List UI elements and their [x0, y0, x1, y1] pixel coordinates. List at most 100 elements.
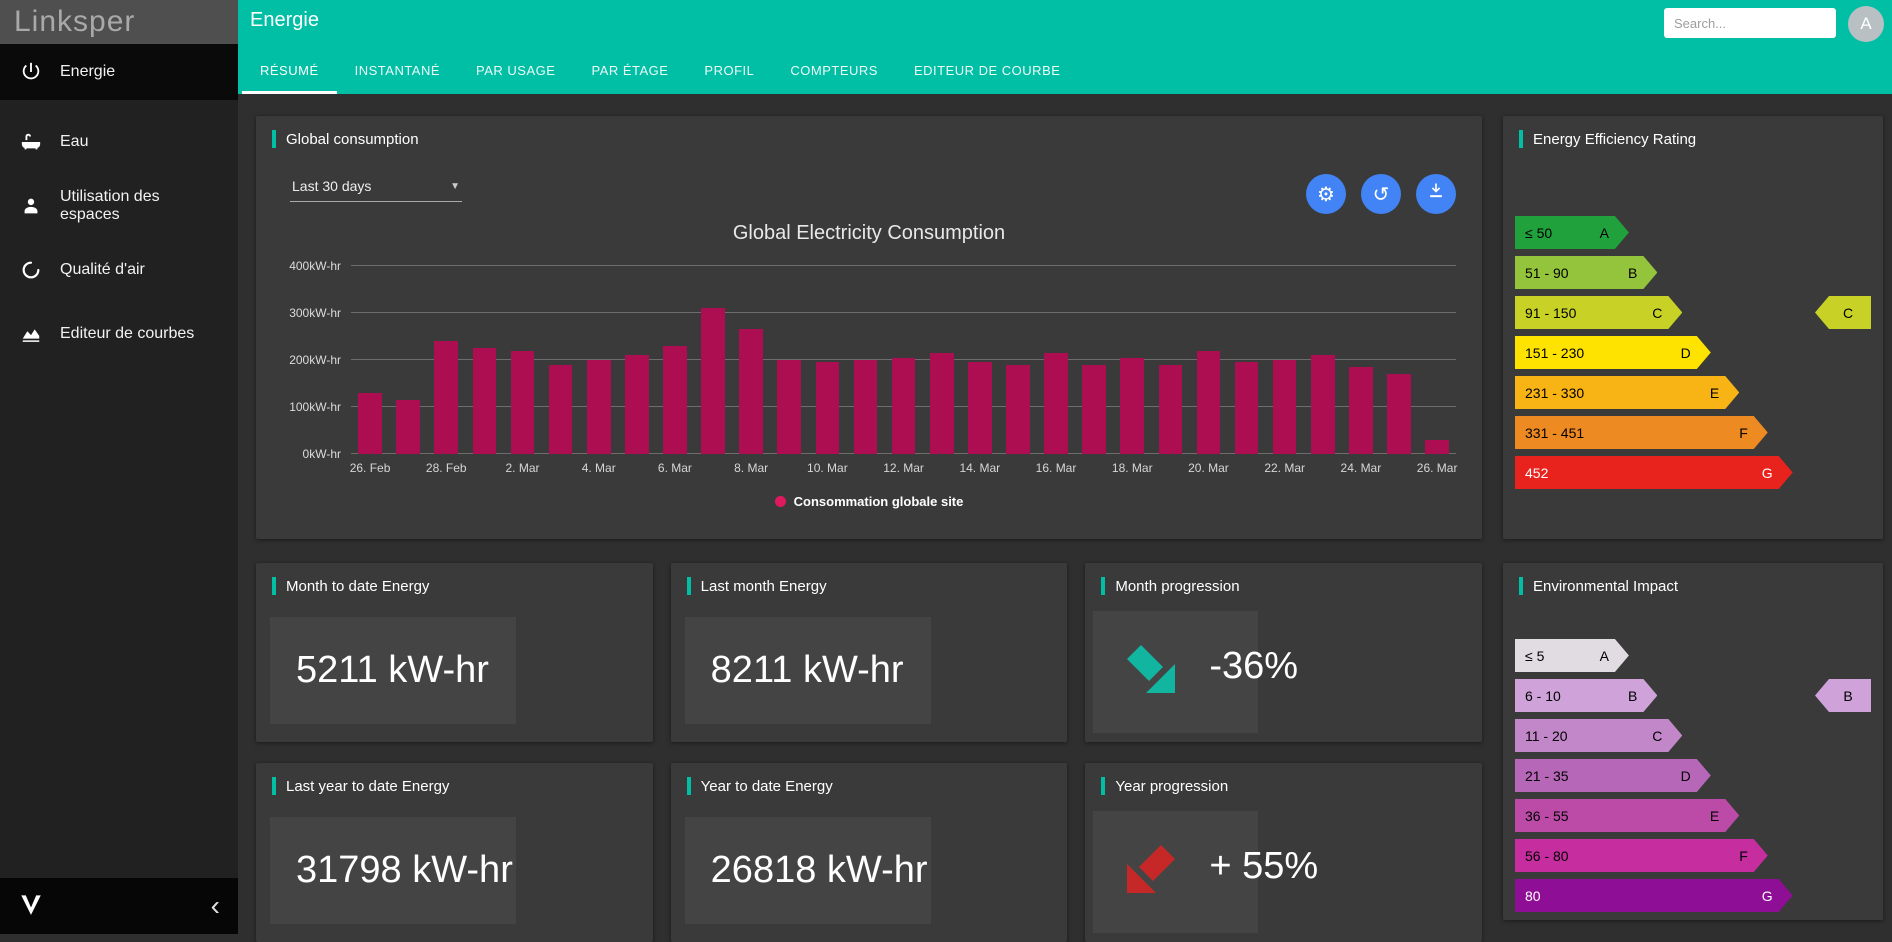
collapse-sidebar-button[interactable]: ‹: [211, 893, 220, 919]
card-title: Month to date Energy: [256, 563, 653, 595]
rating-letter: D: [1681, 768, 1691, 784]
card-title: Year to date Energy: [671, 763, 1068, 795]
y-axis-label: 300kW-hr: [289, 306, 341, 320]
rating-range: 91 - 150: [1525, 305, 1576, 321]
x-tick: 6. Mar: [656, 461, 694, 477]
bar-slot: [694, 266, 732, 454]
avatar[interactable]: A: [1848, 6, 1884, 42]
sidebar-item-eau[interactable]: Eau: [0, 116, 238, 168]
bar-slot: [999, 266, 1037, 454]
x-tick: [1151, 461, 1189, 477]
stat-card-month-to-date: Month to date Energy5211 kW-hr: [256, 563, 653, 742]
x-tick: [694, 461, 732, 477]
bar-slot: [503, 266, 541, 454]
bar-slot: [770, 266, 808, 454]
tab-compteurs[interactable]: COMPTEURS: [772, 47, 896, 94]
x-tick: [1304, 461, 1342, 477]
bar: [549, 365, 573, 454]
x-tick: [618, 461, 656, 477]
bar: [930, 353, 954, 454]
accent-bar: [1519, 577, 1523, 595]
rating-row-b: 6 - 10B: [1515, 679, 1657, 712]
tab-résumé[interactable]: RÉSUMÉ: [242, 47, 337, 94]
rating-range: 231 - 330: [1525, 385, 1584, 401]
date-range-select[interactable]: Last 30 days ▼: [290, 174, 462, 202]
rating-range: 331 - 451: [1525, 425, 1584, 441]
rating-range: 151 - 230: [1525, 345, 1584, 361]
bar-slot: [923, 266, 961, 454]
rating-letter: D: [1681, 345, 1691, 361]
energy-rating-scale: ≤ 50A51 - 90B91 - 150C151 - 230D231 - 33…: [1515, 216, 1871, 496]
sidebar-item-espaces[interactable]: Utilisation des espaces: [0, 180, 238, 232]
sidebar-item-label: Energie: [60, 63, 115, 81]
tab-profil[interactable]: PROFIL: [686, 47, 772, 94]
reset-icon: ↺: [1373, 182, 1390, 207]
x-tick: 22. Mar: [1266, 461, 1304, 477]
stat-card-title-text: Month to date Energy: [286, 578, 429, 595]
stats-row: Last year to date Energy31798 kW-hrYear …: [256, 763, 1482, 942]
sidebar-item-courbes[interactable]: Editeur de courbes: [0, 308, 238, 360]
rating-range: 11 - 20: [1525, 728, 1568, 744]
bar-slot: [656, 266, 694, 454]
tab-par-étage[interactable]: PAR ÉTAGE: [573, 47, 686, 94]
card-title: Year progression: [1085, 763, 1482, 795]
rating-row-d: 21 - 35D: [1515, 759, 1711, 792]
search-input[interactable]: [1664, 8, 1836, 38]
stat-value: + 55%: [1209, 845, 1318, 888]
sidebar-item-energie[interactable]: Energie: [0, 44, 238, 100]
tab-instantané[interactable]: INSTANTANÉ: [337, 47, 458, 94]
x-tick: 4. Mar: [580, 461, 618, 477]
bar: [892, 358, 916, 454]
card-title: Energy Efficiency Rating: [1503, 116, 1883, 148]
bar: [1425, 440, 1449, 454]
bar-slot: [580, 266, 618, 454]
x-tick: 26. Feb: [351, 461, 389, 477]
stat-card-title-text: Month progression: [1115, 578, 1239, 595]
stat-value: -36%: [1209, 645, 1298, 688]
refresh-button[interactable]: ↺: [1361, 174, 1401, 214]
legend-label: Consommation globale site: [794, 494, 964, 509]
download-button[interactable]: [1416, 174, 1456, 214]
bar: [968, 362, 992, 454]
bar-slot: [389, 266, 427, 454]
rating-letter: C: [1652, 305, 1662, 321]
avatar-letter: A: [1860, 14, 1871, 34]
accent-bar: [1101, 577, 1105, 595]
x-tick-label: 2. Mar: [505, 461, 539, 475]
air-quality-icon: [20, 259, 42, 281]
accent-bar: [687, 577, 691, 595]
chart-legend: Consommation globale site: [256, 494, 1482, 509]
x-tick-label: 26. Feb: [350, 461, 391, 475]
x-tick: [1228, 461, 1266, 477]
chevron-down-icon: ▼: [450, 181, 460, 192]
tab-par-usage[interactable]: PAR USAGE: [458, 47, 573, 94]
x-tick-label: 12. Mar: [883, 461, 924, 475]
bar: [701, 308, 725, 454]
chart-title: Global Electricity Consumption: [256, 222, 1482, 245]
x-tick: 20. Mar: [1189, 461, 1227, 477]
rating-row-e: 231 - 330E: [1515, 376, 1739, 409]
x-tick-label: 14. Mar: [959, 461, 1000, 475]
tab-editeur-de-courbe[interactable]: EDITEUR DE COURBE: [896, 47, 1078, 94]
stat-card-title-text: Year to date Energy: [701, 778, 833, 795]
bar: [1273, 360, 1297, 454]
bar: [1349, 367, 1373, 454]
bar-slot: [427, 266, 465, 454]
bar-slot: [1113, 266, 1151, 454]
rating-range: 80: [1525, 888, 1541, 904]
rating-letter: G: [1762, 465, 1773, 481]
rating-range: 51 - 90: [1525, 265, 1569, 281]
bar: [1311, 355, 1335, 454]
bars-area: [351, 266, 1456, 454]
bar: [1082, 365, 1106, 454]
settings-button[interactable]: ⚙: [1306, 174, 1346, 214]
app-logo-text: Linksper: [14, 5, 135, 38]
sidebar-item-air[interactable]: Qualité d'air: [0, 244, 238, 296]
stat-tile: 31798 kW-hr: [270, 817, 516, 924]
bar: [663, 346, 687, 454]
sidebar-item-label: Editeur de courbes: [60, 325, 194, 343]
rating-range: ≤ 50: [1525, 225, 1552, 241]
rating-row-g: 452G: [1515, 456, 1793, 489]
rating-row-a: ≤ 5A: [1515, 639, 1629, 672]
rating-letter: G: [1762, 888, 1773, 904]
